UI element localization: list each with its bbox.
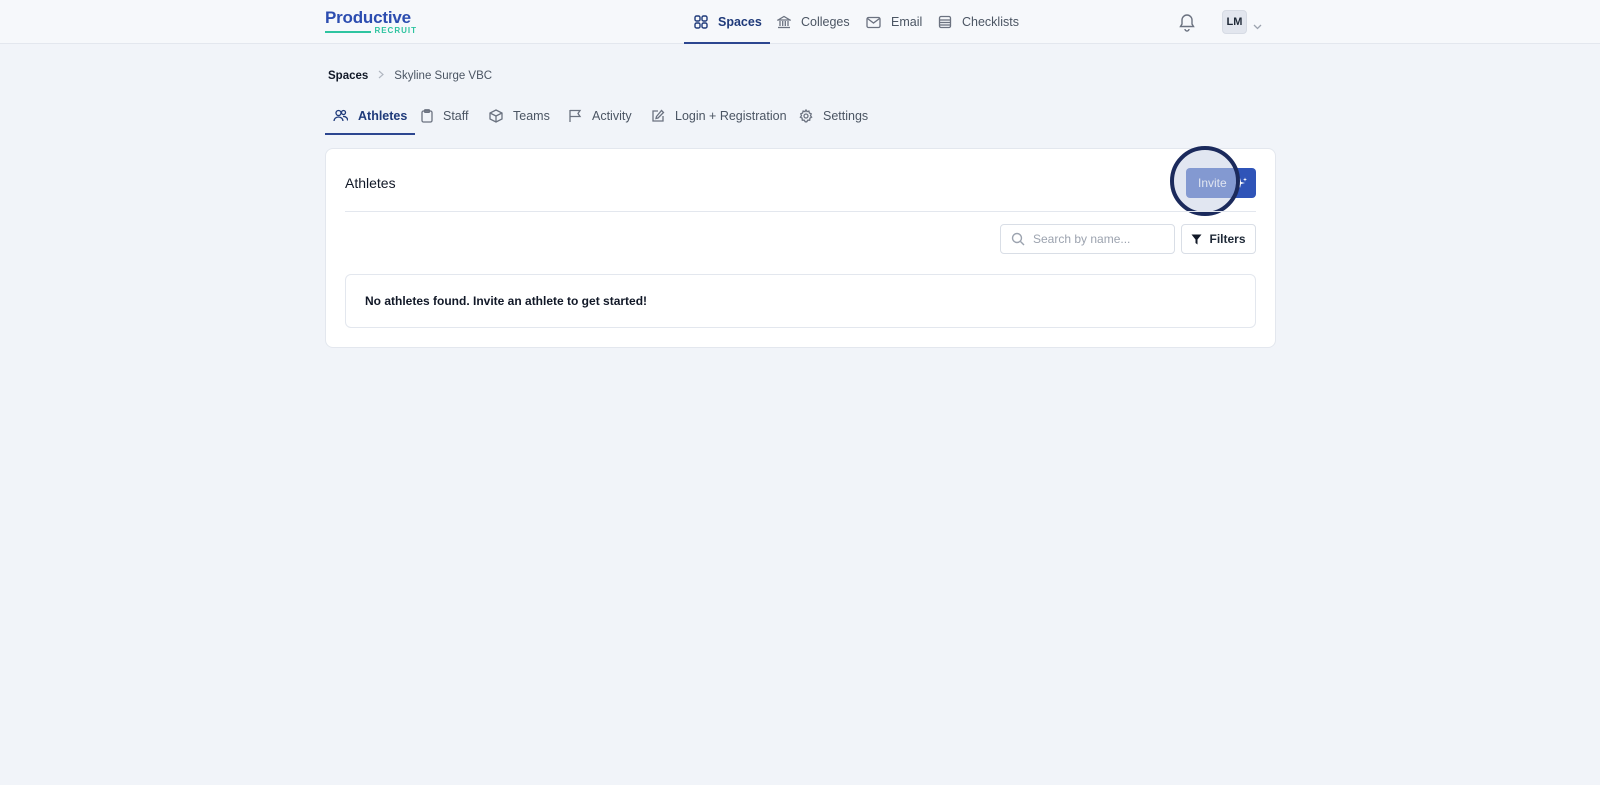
tab-athletes[interactable]: Athletes xyxy=(324,96,416,135)
brand-logo[interactable]: Productive RECRUIT xyxy=(325,8,417,36)
card-title: Athletes xyxy=(345,175,396,191)
sparkle-icon xyxy=(1234,177,1247,189)
users-icon xyxy=(333,109,348,122)
card-divider xyxy=(345,211,1256,212)
filters-button-label: Filters xyxy=(1209,232,1246,246)
search-field[interactable] xyxy=(1000,224,1175,254)
tab-label-login-registration: Login + Registration xyxy=(675,108,787,123)
brand-logo-underline xyxy=(325,31,371,33)
empty-state-message: No athletes found. Invite an athlete to … xyxy=(345,274,1256,328)
chevron-down-icon[interactable] xyxy=(1253,17,1262,35)
top-navigation-bar: Productive RECRUIT Spaces Colleges Email xyxy=(0,0,1600,44)
tab-label-staff: Staff xyxy=(443,108,469,123)
list-icon xyxy=(938,15,952,29)
chevron-right-icon xyxy=(378,70,385,82)
gear-icon xyxy=(799,108,813,123)
flag-icon xyxy=(568,109,582,123)
tab-staff[interactable]: Staff xyxy=(421,96,468,135)
clipboard-icon xyxy=(421,108,433,123)
brand-logo-name: Productive xyxy=(325,8,411,27)
bell-icon xyxy=(1178,12,1196,32)
topnav-label-spaces: Spaces xyxy=(718,15,762,29)
tab-login-registration[interactable]: Login + Registration xyxy=(651,96,787,135)
cube-icon xyxy=(489,108,503,123)
edit-icon xyxy=(651,109,665,123)
topnav-item-checklists[interactable]: Checklists xyxy=(938,0,1019,44)
search-icon xyxy=(1011,232,1025,246)
filter-icon xyxy=(1191,234,1202,245)
tab-label-settings: Settings xyxy=(823,108,869,123)
topnav-item-spaces[interactable]: Spaces xyxy=(684,0,770,44)
topnav-item-colleges[interactable]: Colleges xyxy=(777,0,850,44)
bank-icon xyxy=(777,15,791,29)
mail-icon xyxy=(866,16,881,29)
topnav-item-email[interactable]: Email xyxy=(866,0,922,44)
topnav-label-colleges: Colleges xyxy=(801,15,850,29)
brand-logo-tagline: RECRUIT xyxy=(374,26,417,35)
tab-settings[interactable]: Settings xyxy=(799,96,868,135)
tab-label-teams: Teams xyxy=(513,108,550,123)
notifications-button[interactable] xyxy=(1178,12,1196,37)
topnav-label-email: Email xyxy=(891,15,923,29)
tab-label-activity: Activity xyxy=(592,108,632,123)
breadcrumb-current: Skyline Surge VBC xyxy=(394,70,493,82)
breadcrumb-root[interactable]: Spaces xyxy=(328,70,368,82)
invite-button[interactable]: Invite xyxy=(1186,168,1256,198)
search-input[interactable] xyxy=(1033,232,1163,246)
athletes-card: Athletes Invite Filters No athletes foun… xyxy=(325,146,1276,348)
tab-activity[interactable]: Activity xyxy=(568,96,632,135)
invite-button-label: Invite xyxy=(1198,176,1227,190)
grid-icon xyxy=(694,15,708,29)
breadcrumb: Spaces Skyline Surge VBC xyxy=(328,70,492,82)
tab-label-athletes: Athletes xyxy=(358,108,408,123)
topnav-label-checklists: Checklists xyxy=(962,15,1019,29)
user-avatar[interactable]: LM xyxy=(1222,10,1247,34)
tab-teams[interactable]: Teams xyxy=(489,96,550,135)
empty-state-text: No athletes found. Invite an athlete to … xyxy=(365,294,648,308)
filters-button[interactable]: Filters xyxy=(1181,224,1256,254)
